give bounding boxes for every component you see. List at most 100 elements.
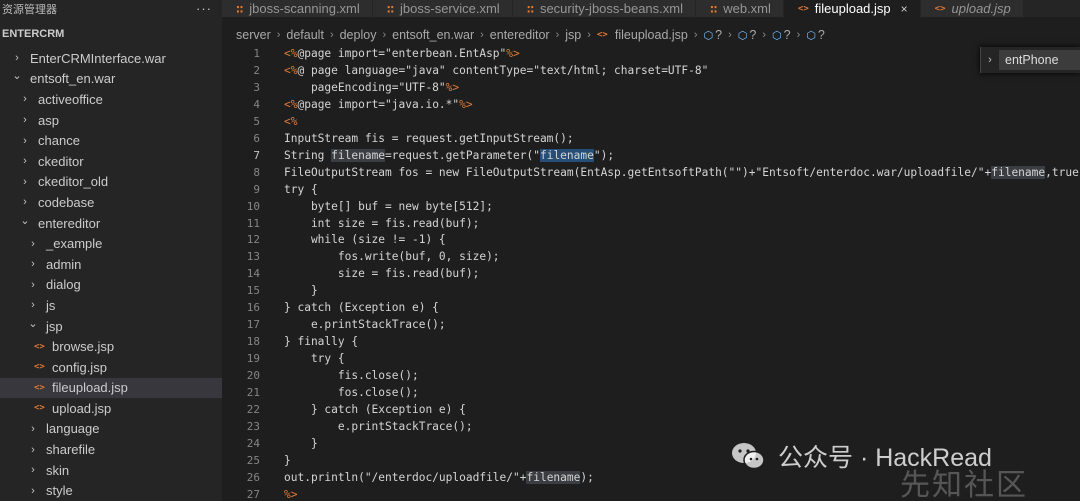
tree-folder[interactable]: › js <box>0 295 222 316</box>
tree-folder[interactable]: › _example <box>0 233 222 254</box>
jsp-delimiter: <% <box>284 47 298 60</box>
code-line[interactable]: 19 try { <box>222 350 345 367</box>
tree-file[interactable]: <> fileupload.jsp <box>0 377 222 399</box>
tab-web-xml[interactable]: ∷ web.xml <box>695 0 784 17</box>
code-line[interactable]: 6 InputStream fis = request.getInputStrea… <box>222 130 573 147</box>
tree-folder[interactable]: ⌄ entsoft_en.war <box>0 69 222 90</box>
chevron-down-icon[interactable]: ⌄ <box>26 317 40 330</box>
code-line[interactable]: 25} <box>222 452 291 469</box>
code-line[interactable]: 8 FileOutputStream fos = new FileOutputSt… <box>222 164 1079 181</box>
code-line[interactable]: 11 int size = fis.read(buf); <box>222 215 480 232</box>
code-line[interactable]: 23 e.printStackTrace(); <box>222 418 473 435</box>
code-line[interactable]: 20 fis.close(); <box>222 367 419 384</box>
chevron-right-icon[interactable]: › <box>26 423 40 435</box>
code-line[interactable]: 26 out.println("/enterdoc/uploadfile/"+fi… <box>222 469 594 486</box>
code-line[interactable]: 16} catch (Exception e) { <box>222 299 439 316</box>
chevron-right-icon[interactable]: › <box>981 54 999 66</box>
line-number: 20 <box>246 369 260 383</box>
breadcrumb-symbol[interactable]: ? <box>818 28 825 42</box>
tree-folder[interactable]: › skin <box>0 460 222 481</box>
chevron-right-icon[interactable]: › <box>18 114 32 126</box>
tree-folder[interactable]: › ckeditor <box>0 151 222 172</box>
code-line[interactable]: 9 try { <box>222 181 318 198</box>
chevron-right-icon[interactable]: › <box>18 196 32 208</box>
code-line[interactable]: 5 <% <box>222 113 297 130</box>
code-line[interactable]: 13 fos.write(buf, 0, size); <box>222 248 500 265</box>
tab-jboss-scanning-xml[interactable]: ∷ jboss-scanning.xml <box>222 0 373 17</box>
tab-security-jboss-beans-xml[interactable]: ∷ security-jboss-beans.xml <box>512 0 696 17</box>
tree-folder[interactable]: › dialog <box>0 275 222 296</box>
code-icon: <> <box>934 3 946 14</box>
tab-upload-jsp[interactable]: <> upload.jsp <box>920 0 1024 17</box>
chevron-right-icon[interactable]: › <box>26 299 40 311</box>
line-number: 2 <box>253 63 260 77</box>
code-editor[interactable]: 1 <%@page import="enterbean.EntAsp"%> 2 <%@… <box>222 44 1080 501</box>
code-line[interactable]: 18} finally { <box>222 333 358 350</box>
tree-folder[interactable]: › EnterCRMInterface.war <box>0 48 222 69</box>
code-line[interactable]: 17 e.printStackTrace(); <box>222 316 446 333</box>
code-line[interactable]: 12 while (size != -1) { <box>222 231 446 248</box>
chevron-right-icon[interactable]: › <box>18 135 32 147</box>
breadcrumb-item[interactable]: default <box>286 28 324 42</box>
tree-folder[interactable]: › sharefile <box>0 439 222 460</box>
breadcrumb-item[interactable]: entereditor <box>490 28 550 42</box>
tree-folder[interactable]: › admin <box>0 254 222 275</box>
code-segment: try { <box>284 182 318 196</box>
tab-jboss-service-xml[interactable]: ∷ jboss-service.xml <box>372 0 513 17</box>
chevron-right-icon[interactable]: › <box>26 258 40 270</box>
find-input[interactable]: entPhone <box>999 50 1080 70</box>
tree-folder[interactable]: › style <box>0 480 222 501</box>
chevron-right-icon[interactable]: › <box>10 52 24 64</box>
symbol-cube-icon: ⬡ <box>737 29 748 42</box>
code-line[interactable]: 24 } <box>222 435 318 452</box>
chevron-right-icon[interactable]: › <box>26 464 40 476</box>
chevron-right-icon[interactable]: › <box>26 485 40 497</box>
tree-folder[interactable]: ⌄ jsp <box>0 316 222 337</box>
code-text: <%@ page language="java" contentType="te… <box>284 64 708 77</box>
breadcrumb-item[interactable]: jsp <box>565 28 581 42</box>
more-actions-icon[interactable]: ··· <box>196 1 212 16</box>
close-icon[interactable]: × <box>901 2 908 16</box>
tab-fileupload-jsp[interactable]: <> fileupload.jsp × <box>783 0 921 17</box>
tree-folder[interactable]: › codebase <box>0 192 222 213</box>
workspace-section-header[interactable]: ENTERCRM <box>0 25 222 42</box>
breadcrumb: server › default › deploy › entsoft_en.war › ent… <box>236 26 825 44</box>
tree-file[interactable]: <> config.jsp <box>0 357 222 378</box>
code-line[interactable]: 3 pageEncoding="UTF-8"%> <box>222 79 459 96</box>
line-number: 24 <box>246 436 260 450</box>
tree-folder[interactable]: › activeoffice <box>0 89 222 110</box>
breadcrumb-symbol[interactable]: ? <box>749 28 756 42</box>
tree-folder[interactable]: ⌄ entereditor <box>0 213 222 234</box>
code-line[interactable]: 10 byte[] buf = new byte[512]; <box>222 198 493 215</box>
code-line[interactable]: 4 <%@page import="java.io.*"%> <box>222 96 472 113</box>
breadcrumb-symbol[interactable]: ? <box>715 28 722 42</box>
tree-folder[interactable]: › asp <box>0 110 222 131</box>
breadcrumb-item[interactable]: deploy <box>340 28 377 42</box>
code-line[interactable]: 14 size = fis.read(buf); <box>222 265 480 282</box>
breadcrumb-item[interactable]: fileupload.jsp <box>615 28 688 42</box>
chevron-down-icon[interactable]: ⌄ <box>18 214 32 227</box>
chevron-right-icon[interactable]: › <box>26 238 40 250</box>
tree-file[interactable]: <> upload.jsp <box>0 398 222 419</box>
line-number: 22 <box>246 402 260 416</box>
tree-file[interactable]: <> browse.jsp <box>0 336 222 357</box>
code-line[interactable]: 22 } catch (Exception e) { <box>222 401 466 418</box>
breadcrumb-symbol[interactable]: ? <box>784 28 791 42</box>
chevron-down-icon[interactable]: ⌄ <box>10 69 24 82</box>
code-line[interactable]: 2 <%@ page language="java" contentType="t… <box>222 62 708 79</box>
tree-folder[interactable]: › language <box>0 419 222 440</box>
chevron-right-icon[interactable]: › <box>18 176 32 188</box>
tree-folder[interactable]: › chance <box>0 130 222 151</box>
chevron-right-icon[interactable]: › <box>26 444 40 456</box>
code-line[interactable]: 7 String filename=request.getParameter("f… <box>222 147 614 164</box>
code-line[interactable]: 27 %> <box>222 486 298 501</box>
breadcrumb-item[interactable]: server <box>236 28 271 42</box>
code-line[interactable]: 15 } <box>222 282 318 299</box>
code-line[interactable]: 1 <%@page import="enterbean.EntAsp"%> <box>222 45 519 62</box>
chevron-right-icon[interactable]: › <box>26 279 40 291</box>
code-line[interactable]: 21 fos.close(); <box>222 384 419 401</box>
breadcrumb-item[interactable]: entsoft_en.war <box>392 28 474 42</box>
chevron-right-icon[interactable]: › <box>18 93 32 105</box>
tree-folder[interactable]: › ckeditor_old <box>0 172 222 193</box>
chevron-right-icon[interactable]: › <box>18 155 32 167</box>
